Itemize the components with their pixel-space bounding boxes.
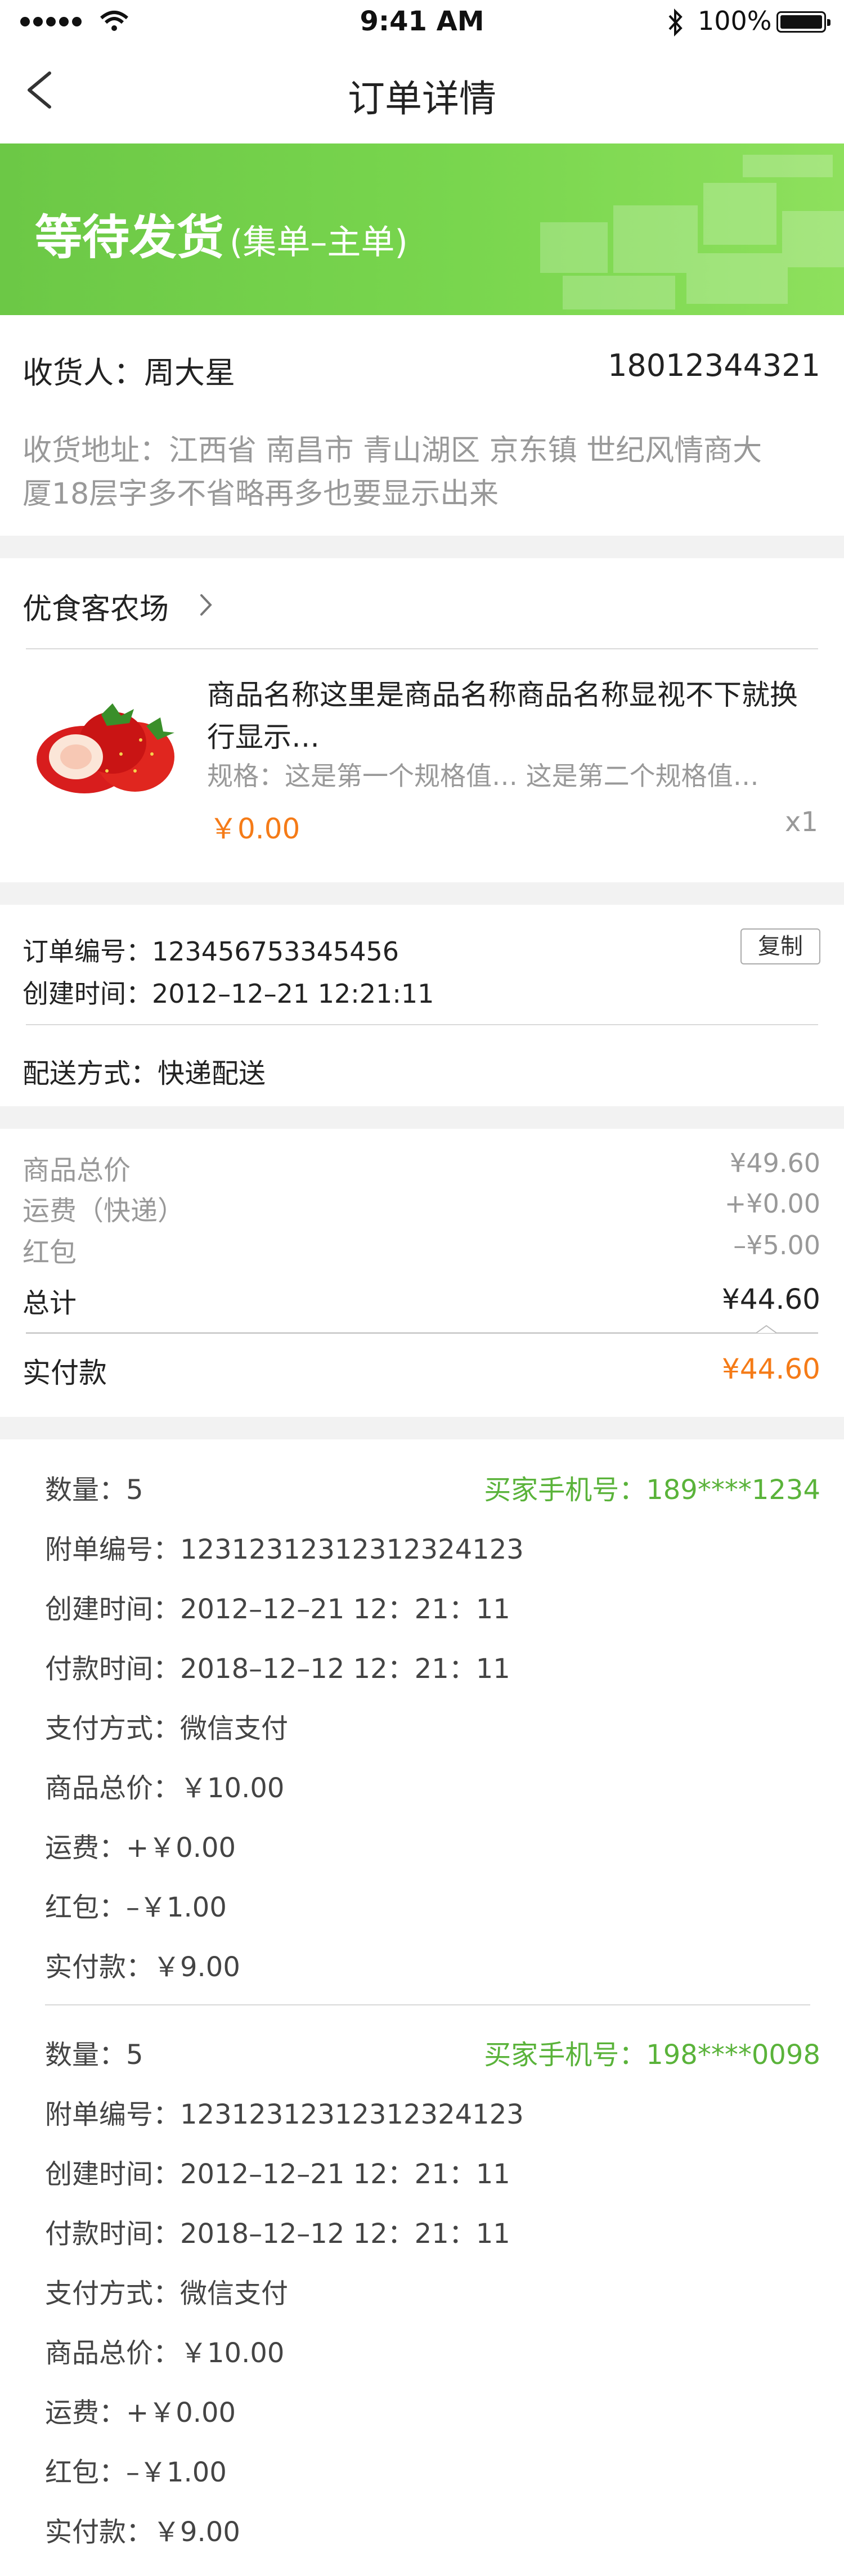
order-status-sub: (集单–主单) xyxy=(230,223,408,262)
section-divider xyxy=(0,1417,844,1439)
order-status-banner: 等待发货 (集单–主单) xyxy=(0,143,844,315)
product-qty: x1 xyxy=(785,806,818,838)
sub-order-pay-method: 支付方式：微信支付 xyxy=(45,2278,289,2309)
battery-percent: 100% xyxy=(698,6,772,36)
sub-order-redpack: 红包：–￥1.00 xyxy=(45,2457,227,2488)
divider xyxy=(26,1024,818,1025)
order-number: 订单编号：123456753345456 xyxy=(23,936,399,967)
warehouse-boxes-image xyxy=(540,155,844,309)
product-name-line1: 商品名称这里是商品名称商品名称显视不下就换 xyxy=(207,679,798,711)
sub-order-paid-time: 付款时间：2018–12–12 12：21：11 xyxy=(45,2218,510,2250)
sub-order-freight: 运费：+￥0.00 xyxy=(45,1832,236,1864)
sub-order-goods-total: 商品总价：￥10.00 xyxy=(45,1772,285,1804)
delivery-method: 配送方式：快递配送 xyxy=(23,1058,266,1089)
sub-order-qty: 数量：5 xyxy=(45,1474,143,1506)
sub-order-created: 创建时间：2012–12–21 12：21：11 xyxy=(45,1594,510,1625)
divider xyxy=(26,648,818,649)
order-status-title: 等待发货 (集单–主单) xyxy=(35,200,408,268)
freight-value: +¥0.00 xyxy=(724,1188,820,1219)
receiver-name: 收货人：周大星 xyxy=(23,355,235,391)
product-name-line2: 行显示… xyxy=(207,721,320,753)
strawberry-image[interactable] xyxy=(23,692,186,805)
section-divider xyxy=(0,1106,844,1129)
paid-label: 实付款 xyxy=(23,1357,107,1389)
goods-total-label: 商品总价 xyxy=(23,1155,131,1186)
receiver-address-line2: 厦18层字多不省略再多也要显示出来 xyxy=(23,477,499,511)
chevron-right-icon[interactable] xyxy=(198,591,215,619)
section-divider xyxy=(0,536,844,558)
product-price: ￥0.00 xyxy=(209,813,300,845)
buyer-phone[interactable]: 买家手机号：198****0098 xyxy=(484,2032,820,2072)
status-bar: 9:41 AM 100% xyxy=(0,0,844,45)
divider xyxy=(26,1332,818,1334)
total-label: 总计 xyxy=(23,1287,77,1319)
battery-icon xyxy=(776,11,830,33)
redpack-label: 红包 xyxy=(23,1237,77,1268)
sub-order-qty: 数量：5 xyxy=(45,2039,143,2071)
sub-order-created: 创建时间：2012–12–21 12：21：11 xyxy=(45,2158,510,2190)
nav-bar: 订单详情 xyxy=(0,45,844,143)
sub-order-freight: 运费：+￥0.00 xyxy=(45,2397,236,2429)
section-divider xyxy=(0,882,844,905)
total-value: ¥44.60 xyxy=(722,1283,820,1316)
freight-label: 运费（快递） xyxy=(23,1195,185,1227)
product-spec: 规格：这是第一个规格值… 这是第二个规格值… xyxy=(207,761,759,791)
sub-order-pay-method: 支付方式：微信支付 xyxy=(45,1713,289,1744)
order-status-text: 等待发货 xyxy=(35,210,225,265)
sub-order-paid: 实付款：￥9.00 xyxy=(45,1951,240,1983)
copy-button[interactable]: 复制 xyxy=(740,928,820,964)
sub-order-number: 附单编号：12312312312312324123 xyxy=(45,1534,524,1565)
receiver-phone: 18012344321 xyxy=(608,348,820,383)
sub-order-paid: 实付款：￥9.00 xyxy=(45,2516,240,2548)
page-title: 订单详情 xyxy=(348,77,496,120)
sub-order-paid-time: 付款时间：2018–12–12 12：21：11 xyxy=(45,1653,510,1685)
sub-order-number: 附单编号：12312312312312324123 xyxy=(45,2099,524,2130)
shop-name[interactable]: 优食客农场 xyxy=(23,585,169,627)
divider xyxy=(45,2004,810,2005)
sub-order-goods-total: 商品总价：￥10.00 xyxy=(45,2337,285,2369)
paid-value: ¥44.60 xyxy=(722,1353,820,1385)
receiver-address-line1: 收货地址：江西省 南昌市 青山湖区 京东镇 世纪风情商大 xyxy=(23,434,762,468)
redpack-value: –¥5.00 xyxy=(733,1230,820,1260)
buyer-phone[interactable]: 买家手机号：189****1234 xyxy=(484,1467,820,1507)
divider-notch-icon xyxy=(756,1325,776,1334)
order-created-time: 创建时间：2012–12–21 12:21:11 xyxy=(23,979,434,1009)
sub-order-redpack: 红包：–￥1.00 xyxy=(45,1892,227,1923)
bluetooth-icon xyxy=(668,8,683,37)
goods-total-value: ¥49.60 xyxy=(730,1148,820,1178)
